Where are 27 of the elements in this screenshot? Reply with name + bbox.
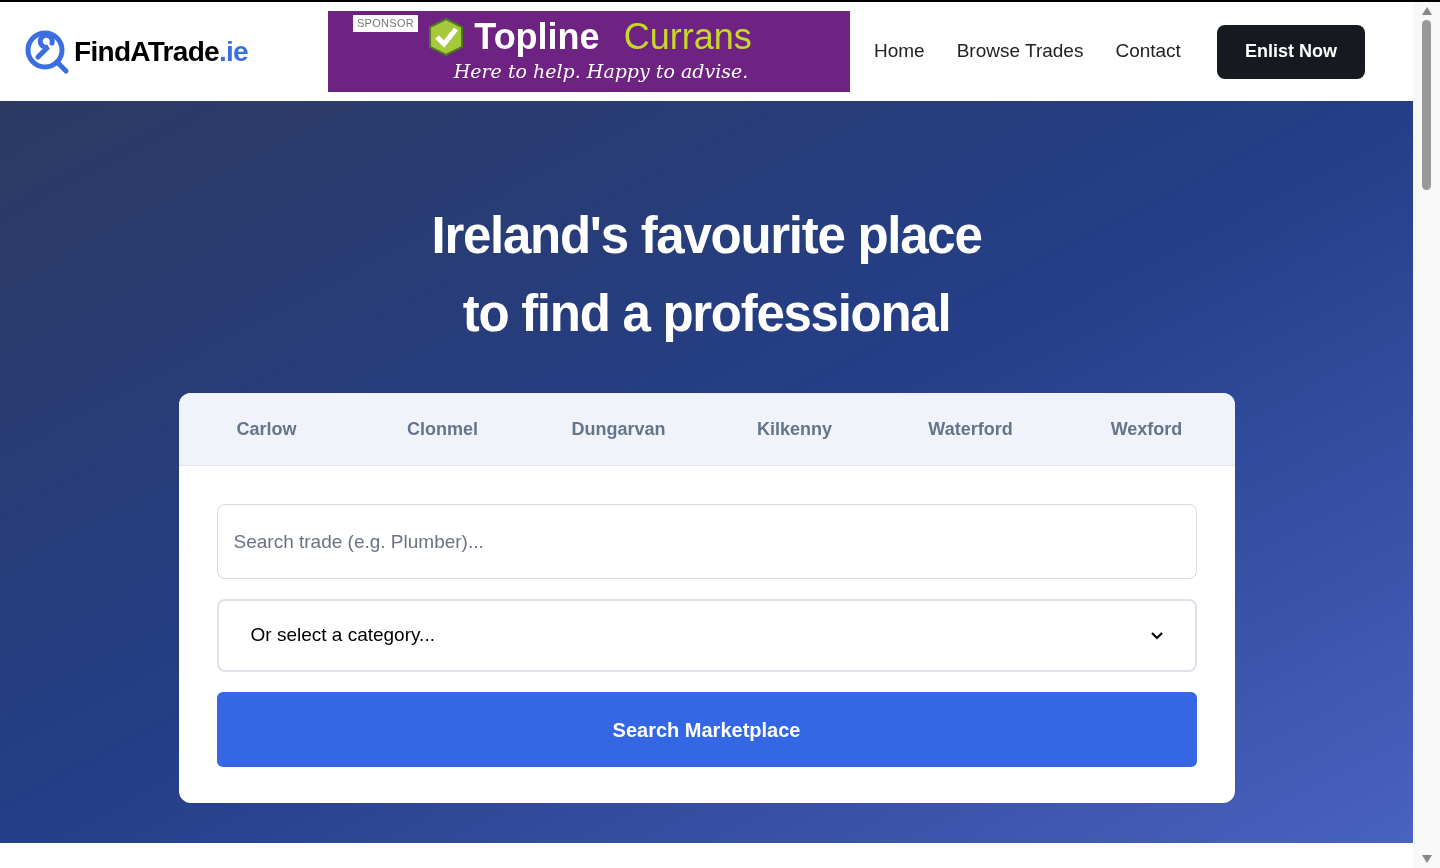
hero-title: Ireland's favourite place bbox=[431, 206, 982, 266]
scrollbar-thumb[interactable] bbox=[1422, 20, 1431, 190]
nav-link[interactable]: Browse Trades bbox=[956, 37, 1084, 66]
nav-link[interactable]: Home bbox=[874, 37, 925, 66]
sponsor-banner[interactable]: SPONSOR Topline Currans Here to help. Happy to advise. bbox=[328, 11, 850, 92]
category-select[interactable]: Or select a category... bbox=[216, 599, 1197, 672]
search-marketplace-button[interactable]: Search Marketplace bbox=[216, 692, 1197, 767]
enlist-button[interactable]: Enlist Now bbox=[1217, 24, 1365, 79]
chevron-down-icon bbox=[1150, 631, 1163, 640]
scrollbar[interactable] bbox=[1413, 2, 1440, 868]
town-tab[interactable]: Waterford bbox=[882, 393, 1059, 465]
town-tab[interactable]: Kilkenny bbox=[706, 393, 883, 465]
town-tab[interactable]: Clonmel bbox=[354, 393, 531, 465]
town-tab[interactable]: Dungarvan bbox=[530, 393, 707, 465]
sponsor-tagline: Here to help. Happy to advise. bbox=[453, 59, 749, 85]
wrench-magnifier-logo-icon bbox=[24, 28, 70, 75]
town-tab[interactable]: Carlow bbox=[178, 393, 355, 465]
sponsor-partner: Currans bbox=[623, 19, 752, 56]
scroll-up-icon[interactable] bbox=[1420, 6, 1433, 16]
sponsor-label: SPONSOR bbox=[353, 15, 418, 32]
scroll-down-icon[interactable] bbox=[1420, 854, 1433, 864]
sponsor-brand: Topline bbox=[474, 19, 600, 56]
site-logo[interactable]: FindATrade.ie bbox=[74, 30, 248, 73]
nav-link[interactable]: Contact bbox=[1115, 37, 1181, 66]
trade-search-field[interactable]: Search trade (e.g. Plumber)... bbox=[216, 504, 1197, 579]
town-tab[interactable]: Wexford bbox=[1058, 393, 1235, 465]
hero-title: to find a professional bbox=[462, 284, 951, 344]
